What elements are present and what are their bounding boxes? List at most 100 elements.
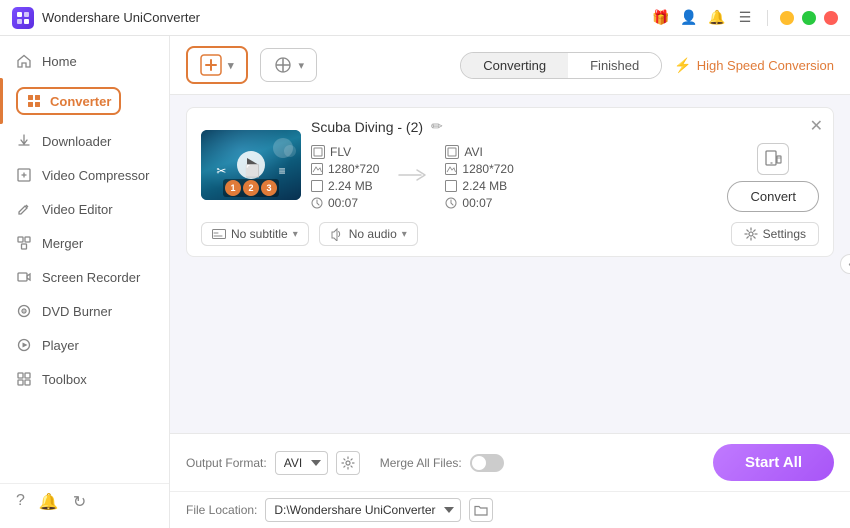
window-controls: 🎁 👤 🔔 ☰ xyxy=(651,8,838,28)
output-format-field: Output Format: AVI xyxy=(186,451,360,475)
sidebar-label-converter: Converter xyxy=(50,94,111,109)
bell-icon[interactable]: 🔔 xyxy=(707,8,727,28)
target-duration-icon xyxy=(445,197,457,209)
user-icon[interactable]: 👤 xyxy=(679,8,699,28)
sidebar-label-dvd-burner: DVD Burner xyxy=(42,304,112,319)
device-icon-button[interactable] xyxy=(757,143,789,175)
app-title: Wondershare UniConverter xyxy=(42,10,651,25)
target-format-line: AVI xyxy=(445,145,513,159)
subtitle-icon xyxy=(212,227,226,241)
dvd-icon xyxy=(16,303,32,319)
source-format-icon xyxy=(311,145,325,159)
effects-icon[interactable]: ≡ xyxy=(279,164,286,178)
audio-select[interactable]: No audio ▾ xyxy=(319,222,418,246)
merger-icon xyxy=(16,235,32,251)
start-all-button[interactable]: Start All xyxy=(713,444,834,481)
settings-button[interactable]: Settings xyxy=(731,222,819,246)
file-location-bar: File Location: D:\Wondershare UniConvert… xyxy=(170,491,850,528)
main-layout: Home Converter xyxy=(0,36,850,528)
source-format: FLV xyxy=(330,145,351,159)
file-list-area: ✕ 1 xyxy=(170,95,850,433)
sidebar-item-player[interactable]: Player xyxy=(0,328,169,362)
crop-icon[interactable]: ⬜ xyxy=(245,164,260,178)
toolbox-icon xyxy=(16,371,32,387)
menu-icon[interactable]: ☰ xyxy=(735,8,755,28)
sidebar-footer: ? 🔔 ↻ xyxy=(0,483,169,520)
editor-icon xyxy=(16,201,32,217)
target-duration-line: 00:07 xyxy=(445,196,513,210)
convert-arrow-icon xyxy=(389,165,435,190)
lightning-icon: ⚡ xyxy=(674,57,691,74)
target-format-box: AVI 1280*720 2.24 MB xyxy=(445,145,513,210)
bottom-bar: Output Format: AVI Merge All Files: Star… xyxy=(170,433,850,491)
add-media-arrow: ▾ xyxy=(299,59,305,72)
edit-filename-icon[interactable]: ✏ xyxy=(431,118,443,135)
sidebar-label-downloader: Downloader xyxy=(42,134,111,149)
home-icon xyxy=(16,53,32,69)
target-format-icon xyxy=(445,145,459,159)
convert-button[interactable]: Convert xyxy=(727,181,819,212)
sidebar-item-toolbox[interactable]: Toolbox xyxy=(0,362,169,396)
folder-icon-button[interactable] xyxy=(469,498,493,522)
format-row: FLV 1280*720 2.24 MB xyxy=(311,143,819,212)
high-speed-label: High Speed Conversion xyxy=(697,58,834,73)
sidebar-label-home: Home xyxy=(42,54,77,69)
settings-label: Settings xyxy=(763,227,806,241)
sidebar-item-video-editor[interactable]: Video Editor xyxy=(0,192,169,226)
add-media-button[interactable]: ▾ xyxy=(260,48,318,82)
merge-toggle[interactable] xyxy=(470,454,504,472)
source-duration-line: 00:07 xyxy=(311,196,379,210)
sidebar-item-merger[interactable]: Merger xyxy=(0,226,169,260)
badge-2: 2 xyxy=(243,180,259,196)
sidebar-item-home[interactable]: Home xyxy=(0,44,169,78)
source-size: 2.24 MB xyxy=(328,179,373,193)
close-button[interactable] xyxy=(824,11,838,25)
output-format-label: Output Format: xyxy=(186,456,267,470)
high-speed-conversion[interactable]: ⚡ High Speed Conversion xyxy=(674,57,834,74)
sidebar-item-converter[interactable]: Converter xyxy=(0,78,169,124)
sidebar-label-player: Player xyxy=(42,338,79,353)
sidebar-item-downloader[interactable]: Downloader xyxy=(0,124,169,158)
format-settings-icon[interactable] xyxy=(336,451,360,475)
badge-1: 1 xyxy=(225,180,241,196)
convert-actions: Convert xyxy=(727,143,819,212)
sidebar: Home Converter xyxy=(0,36,170,528)
help-icon[interactable]: ? xyxy=(16,492,25,512)
notification-icon[interactable]: 🔔 xyxy=(39,492,59,512)
sidebar-item-screen-recorder[interactable]: Screen Recorder xyxy=(0,260,169,294)
source-resolution: 1280*720 xyxy=(328,162,379,176)
subtitle-chevron: ▾ xyxy=(293,229,298,240)
tab-finished[interactable]: Finished xyxy=(568,53,661,78)
subtitle-select[interactable]: No subtitle ▾ xyxy=(201,222,309,246)
target-format: AVI xyxy=(464,145,482,159)
player-icon xyxy=(16,337,32,353)
downloader-icon xyxy=(16,133,32,149)
target-filesize-icon xyxy=(445,180,457,192)
titlebar: Wondershare UniConverter 🎁 👤 🔔 ☰ xyxy=(0,0,850,36)
recorder-icon xyxy=(16,269,32,285)
close-card-button[interactable]: ✕ xyxy=(810,116,823,136)
maximize-button[interactable] xyxy=(802,11,816,25)
toolbar: ▾ ▾ Converting Finished ⚡ High Speed Con… xyxy=(170,36,850,95)
compressor-icon xyxy=(16,167,32,183)
sidebar-label-video-compressor: Video Compressor xyxy=(42,168,149,183)
sidebar-label-video-editor: Video Editor xyxy=(42,202,113,217)
target-resolution-line: 1280*720 xyxy=(445,162,513,176)
badge-3: 3 xyxy=(261,180,277,196)
add-files-button[interactable]: ▾ xyxy=(186,46,248,84)
target-size-line: 2.24 MB xyxy=(445,179,513,193)
output-format-select[interactable]: AVI xyxy=(275,451,328,475)
sidebar-item-video-compressor[interactable]: Video Compressor xyxy=(0,158,169,192)
sidebar-label-screen-recorder: Screen Recorder xyxy=(42,270,140,285)
minimize-button[interactable] xyxy=(780,11,794,25)
subtitle-value: No subtitle xyxy=(231,227,288,241)
refresh-icon[interactable]: ↻ xyxy=(73,492,86,512)
tab-converting[interactable]: Converting xyxy=(461,53,568,78)
file-location-select[interactable]: D:\Wondershare UniConverter xyxy=(265,498,461,522)
file-location-label: File Location: xyxy=(186,503,257,517)
scissors-icon[interactable]: ✂ xyxy=(216,164,226,178)
merge-files-label: Merge All Files: xyxy=(380,456,462,470)
filesize-icon xyxy=(311,180,323,192)
gift-icon[interactable]: 🎁 xyxy=(651,8,671,28)
sidebar-item-dvd-burner[interactable]: DVD Burner xyxy=(0,294,169,328)
